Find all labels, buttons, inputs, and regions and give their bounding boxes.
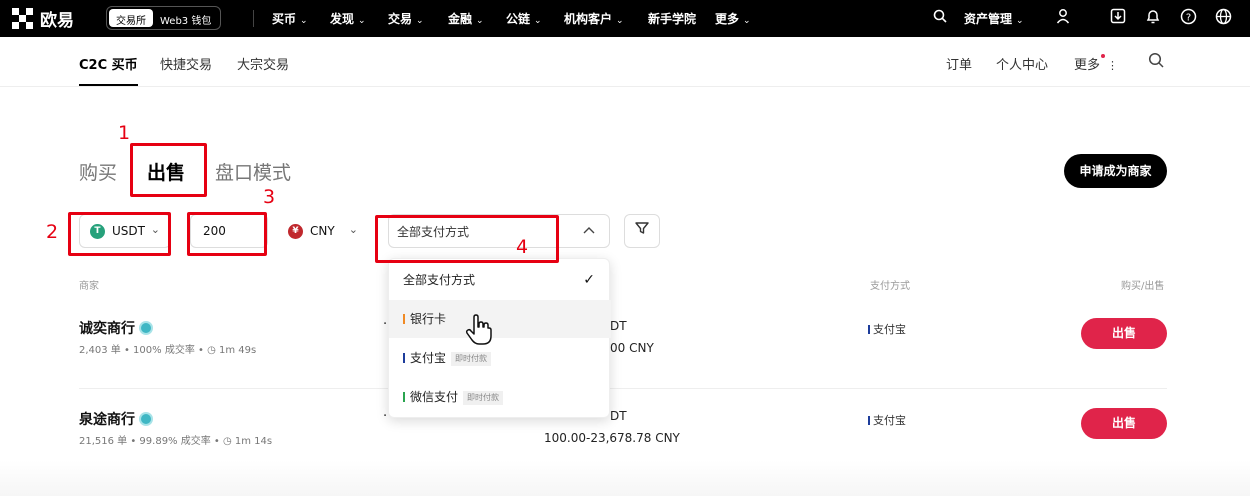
verified-badge-icon bbox=[139, 412, 153, 426]
notification-dot bbox=[1101, 54, 1106, 58]
filter-icon bbox=[635, 222, 649, 234]
wechat-color-bar bbox=[403, 392, 405, 402]
annotation-box-3 bbox=[187, 212, 267, 256]
limit-range: 00 CNY bbox=[610, 341, 654, 355]
user-icon[interactable] bbox=[1053, 8, 1073, 28]
chevron-down-icon: ⌄ bbox=[476, 16, 484, 26]
merchant-name[interactable]: 诚奕商行 bbox=[79, 318, 153, 338]
merchant-name[interactable]: 泉途商行 bbox=[79, 409, 153, 429]
chevron-down-icon: ⌄ bbox=[300, 16, 308, 26]
nav-trade[interactable]: 交易 ⌄ bbox=[388, 10, 424, 27]
tab-buy[interactable]: 购买 bbox=[79, 158, 117, 185]
chevron-down-icon: ⌄ bbox=[616, 16, 624, 26]
payment-method: 支付宝 bbox=[868, 321, 906, 337]
nav-academy[interactable]: 新手学院 bbox=[648, 10, 696, 27]
payment-color-bar bbox=[868, 325, 870, 334]
search-icon[interactable] bbox=[1146, 52, 1166, 72]
annotation-number-3: 3 bbox=[263, 186, 276, 208]
hand-cursor-icon bbox=[465, 314, 493, 353]
chevron-down-icon: ⌄ bbox=[348, 223, 358, 236]
sell-button[interactable]: 出售 bbox=[1081, 318, 1167, 349]
chevron-down-icon: ⌄ bbox=[416, 16, 424, 26]
instant-payment-tag: 即时付款 bbox=[451, 352, 492, 366]
exchange-tab[interactable]: 交易所 bbox=[109, 9, 153, 27]
help-icon[interactable]: ? bbox=[1178, 8, 1198, 28]
nav-asset-management[interactable]: 资产管理 ⌄ bbox=[964, 10, 1024, 27]
payment-method-dropdown: 全部支付方式 ✓ 银行卡 支付宝 即时付款 微信支付 即时付款 bbox=[388, 258, 611, 418]
payment-method: 支付宝 bbox=[868, 412, 906, 428]
header-action: 购买/出售 bbox=[1121, 281, 1165, 292]
active-tab-underline bbox=[79, 84, 138, 86]
verified-badge-icon bbox=[139, 321, 153, 335]
bell-icon[interactable] bbox=[1143, 8, 1163, 28]
instant-payment-tag: 即时付款 bbox=[463, 391, 504, 405]
row-divider bbox=[79, 388, 1167, 389]
web3-wallet-tab[interactable]: Web3 钱包 bbox=[153, 9, 218, 27]
subnav-more[interactable]: 更多 ⋮ bbox=[1074, 54, 1118, 73]
merchant-stats: 2,403 单 • 100% 成交率 • ◷ 1m 49s bbox=[79, 345, 257, 356]
top-nav: 欧易 交易所 Web3 钱包 买币 ⌄ 发现 ⌄ 交易 ⌄ 金融 ⌄ 公链 ⌄ 机构客户 ⌄… bbox=[0, 0, 1250, 37]
subnav-express[interactable]: 快捷交易 bbox=[160, 54, 212, 73]
download-icon[interactable] bbox=[1108, 8, 1128, 28]
nav-finance[interactable]: 金融 ⌄ bbox=[448, 10, 484, 27]
payment-color-bar bbox=[868, 416, 870, 425]
nav-more[interactable]: 更多 ⌄ bbox=[715, 10, 751, 27]
tab-orderbook-mode[interactable]: 盘口模式 bbox=[215, 158, 291, 185]
bank-card-color-bar bbox=[403, 314, 405, 324]
alipay-color-bar bbox=[403, 353, 405, 363]
header-merchant: 商家 bbox=[79, 281, 99, 292]
fiat-select-value: CNY bbox=[310, 224, 335, 238]
product-switch: 交易所 Web3 钱包 bbox=[106, 6, 222, 30]
sell-button[interactable]: 出售 bbox=[1081, 408, 1167, 439]
filter-button[interactable] bbox=[624, 214, 660, 248]
nav-buy-crypto[interactable]: 买币 ⌄ bbox=[272, 10, 308, 27]
nav-divider bbox=[253, 10, 254, 27]
dropdown-item-bank-card[interactable]: 银行卡 bbox=[389, 300, 611, 338]
limit-range: 100.00-23,678.78 CNY bbox=[544, 431, 680, 445]
search-icon[interactable] bbox=[930, 8, 950, 28]
dropdown-item-alipay[interactable]: 支付宝 即时付款 bbox=[389, 339, 611, 377]
subnav-orders[interactable]: 订单 bbox=[946, 54, 972, 73]
dropdown-item-all[interactable]: 全部支付方式 ✓ bbox=[389, 261, 611, 299]
chevron-down-icon: ⌄ bbox=[534, 16, 542, 26]
nav-institutional[interactable]: 机构客户 ⌄ bbox=[564, 10, 624, 27]
apply-merchant-button[interactable]: 申请成为商家 bbox=[1064, 154, 1167, 188]
cny-icon: ¥ bbox=[288, 223, 303, 239]
fiat-select[interactable]: ¥ CNY ⌄ bbox=[277, 214, 369, 248]
chevron-up-icon bbox=[583, 224, 595, 237]
annotation-number-2: 2 bbox=[46, 221, 59, 243]
checkmark-icon: ✓ bbox=[583, 272, 595, 288]
sub-nav: C2C 买币 快捷交易 大宗交易 订单 个人中心 更多 ⋮ bbox=[0, 37, 1250, 87]
more-dots-icon: ⋮ bbox=[1107, 59, 1119, 72]
price-fragment: · bbox=[383, 409, 388, 424]
brand-name: 欧易 bbox=[40, 11, 74, 31]
chevron-down-icon: ⌄ bbox=[358, 16, 366, 26]
merchant-stats: 21,516 单 • 99.89% 成交率 • ◷ 1m 14s bbox=[79, 436, 273, 447]
annotation-number-4: 4 bbox=[516, 236, 529, 258]
limit-available: DT bbox=[610, 409, 627, 423]
annotation-box-1 bbox=[130, 143, 207, 197]
limit-available: DT bbox=[610, 319, 627, 333]
bottom-fade bbox=[0, 460, 1250, 496]
chevron-down-icon: ⌄ bbox=[743, 16, 751, 26]
chevron-down-icon: ⌄ bbox=[1016, 16, 1024, 26]
header-payment: 支付方式 bbox=[870, 281, 910, 292]
price-fragment: · bbox=[383, 317, 388, 332]
svg-text:?: ? bbox=[1185, 13, 1190, 24]
dropdown-item-wechat[interactable]: 微信支付 即时付款 bbox=[389, 378, 611, 416]
subnav-profile[interactable]: 个人中心 bbox=[996, 54, 1048, 73]
nav-chains[interactable]: 公链 ⌄ bbox=[506, 10, 542, 27]
annotation-box-4 bbox=[375, 215, 559, 263]
subnav-block-trade[interactable]: 大宗交易 bbox=[237, 54, 289, 73]
nav-discover[interactable]: 发现 ⌄ bbox=[330, 10, 366, 27]
subnav-c2c-buy[interactable]: C2C 买币 bbox=[79, 54, 138, 73]
brand-logo[interactable]: 欧易 bbox=[12, 6, 74, 31]
globe-icon[interactable] bbox=[1213, 8, 1233, 28]
okx-logo-icon bbox=[12, 7, 34, 30]
annotation-number-1: 1 bbox=[118, 122, 131, 144]
annotation-box-2 bbox=[68, 212, 171, 256]
